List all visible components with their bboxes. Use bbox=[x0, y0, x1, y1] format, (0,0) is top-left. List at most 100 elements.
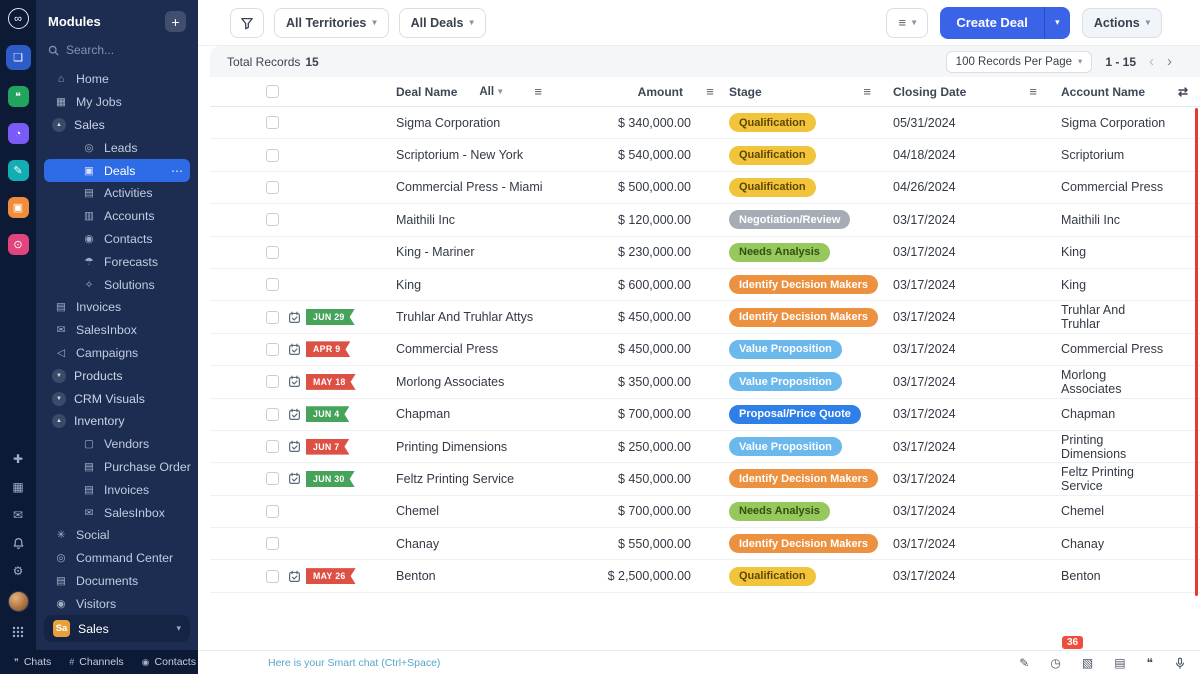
row-checkbox[interactable] bbox=[266, 472, 279, 485]
sidebar-item-documents[interactable]: ▤Documents bbox=[44, 570, 190, 593]
row-checkbox[interactable] bbox=[266, 505, 279, 518]
deal-name-link[interactable]: Maithili Inc bbox=[396, 213, 455, 227]
column-menu-icon[interactable]: ≡ bbox=[534, 84, 542, 99]
panel-icon[interactable]: ▦ bbox=[8, 479, 28, 495]
chat-bubble-icon[interactable]: ❝ bbox=[1147, 656, 1153, 670]
deal-name-link[interactable]: Benton bbox=[396, 569, 436, 583]
sidebar-item-contacts[interactable]: ◉Contacts bbox=[44, 228, 190, 251]
column-menu-icon[interactable]: ≡ bbox=[706, 84, 714, 99]
crm-folder-icon[interactable]: ❏ bbox=[6, 45, 31, 70]
column-menu-icon[interactable]: ≡ bbox=[1029, 84, 1037, 99]
sidebar-item-leads[interactable]: ◎Leads bbox=[44, 136, 190, 159]
calendar-check-icon[interactable] bbox=[288, 343, 301, 356]
add-user-icon[interactable]: ✚ bbox=[8, 451, 28, 467]
deal-name-link[interactable]: Scriptorium - New York bbox=[396, 148, 523, 162]
sidebar-item-deals[interactable]: ▣Deals⋯ bbox=[44, 159, 190, 182]
add-module-button[interactable]: + bbox=[165, 11, 186, 32]
sidebar-item-invoices[interactable]: ▤Invoices bbox=[44, 296, 190, 319]
products-app-icon[interactable]: ▣ bbox=[8, 197, 29, 218]
next-page-button[interactable]: › bbox=[1167, 53, 1172, 70]
apps-grid-icon[interactable] bbox=[8, 624, 28, 640]
sidebar-item-invoices[interactable]: ▤Invoices bbox=[44, 478, 190, 501]
row-checkbox[interactable] bbox=[266, 375, 279, 388]
sidebar-item-visitors[interactable]: ◉Visitors bbox=[44, 592, 190, 615]
per-page-dropdown[interactable]: 100 Records Per Page ▾ bbox=[946, 51, 1093, 73]
reminders-icon[interactable]: ◷ bbox=[1050, 656, 1060, 670]
sidebar-item-sales[interactable]: ▲Sales bbox=[44, 114, 190, 137]
create-deal-button[interactable]: Create Deal bbox=[940, 7, 1044, 39]
sidebar-item-products[interactable]: ▼Products bbox=[44, 364, 190, 387]
deal-name-link[interactable]: Commercial Press - Miami bbox=[396, 180, 543, 194]
more-options-icon[interactable]: ⋯ bbox=[171, 164, 184, 178]
calendar-check-icon[interactable] bbox=[288, 440, 301, 453]
amount-header[interactable]: Amount bbox=[638, 85, 683, 99]
sidebar-item-solutions[interactable]: ✧Solutions bbox=[44, 273, 190, 296]
sidebar-item-command-center[interactable]: ◎Command Center bbox=[44, 547, 190, 570]
sidebar-item-accounts[interactable]: ▥Accounts bbox=[44, 205, 190, 228]
sidebar-item-crm-visuals[interactable]: ▼CRM Visuals bbox=[44, 387, 190, 410]
row-checkbox[interactable] bbox=[266, 440, 279, 453]
row-checkbox[interactable] bbox=[266, 343, 279, 356]
select-all-checkbox[interactable] bbox=[266, 85, 279, 98]
deal-name-link[interactable]: Printing Dimensions bbox=[396, 440, 507, 454]
vertical-scrollbar[interactable] bbox=[1195, 108, 1198, 596]
statusbar-channels[interactable]: #Channels bbox=[69, 656, 123, 668]
zia-icon[interactable]: ▧ bbox=[1082, 656, 1093, 670]
mic-icon[interactable] bbox=[1174, 657, 1186, 669]
calendar-check-icon[interactable] bbox=[288, 472, 301, 485]
deal-name-header[interactable]: Deal Name bbox=[396, 85, 457, 99]
calendar-check-icon[interactable] bbox=[288, 570, 301, 583]
sidebar-item-home[interactable]: ⌂Home bbox=[44, 68, 190, 91]
analytics-icon[interactable]: ▤ bbox=[1114, 656, 1125, 670]
deal-name-link[interactable]: King - Mariner bbox=[396, 245, 475, 259]
sidebar-item-activities[interactable]: ▤Activities bbox=[44, 182, 190, 205]
row-checkbox[interactable] bbox=[266, 181, 279, 194]
deal-name-link[interactable]: Feltz Printing Service bbox=[396, 472, 514, 486]
statusbar-contacts[interactable]: ◉Contacts bbox=[142, 656, 196, 668]
search-app-icon[interactable]: ⊙ bbox=[8, 234, 29, 255]
deal-name-link[interactable]: Chemel bbox=[396, 504, 439, 518]
compose-icon[interactable]: ✎ bbox=[1019, 656, 1029, 670]
sidebar-item-salesinbox[interactable]: ✉SalesInbox bbox=[44, 501, 190, 524]
deal-name-link[interactable]: King bbox=[396, 278, 421, 292]
table-row[interactable]: Chanay$ 550,000.00Identify Decision Make… bbox=[210, 528, 1200, 560]
calendar-check-icon[interactable] bbox=[288, 375, 301, 388]
table-row[interactable]: Scriptorium - New York$ 540,000.00Qualif… bbox=[210, 139, 1200, 171]
row-checkbox[interactable] bbox=[266, 116, 279, 129]
table-row[interactable]: King$ 600,000.00Identify Decision Makers… bbox=[210, 269, 1200, 301]
table-row[interactable]: Maithili Inc$ 120,000.00Negotiation/Revi… bbox=[210, 204, 1200, 236]
smart-chat-input[interactable]: Here is your Smart chat (Ctrl+Space) bbox=[268, 657, 440, 669]
deal-name-link[interactable]: Chapman bbox=[396, 407, 450, 421]
table-row[interactable]: Chemel$ 700,000.00Needs Analysis03/17/20… bbox=[210, 496, 1200, 528]
settings-icon[interactable]: ⚙ bbox=[8, 563, 28, 579]
sidebar-item-campaigns[interactable]: ◁Campaigns bbox=[44, 342, 190, 365]
zoho-logo-icon[interactable]: ∞ bbox=[8, 8, 29, 29]
deal-name-link[interactable]: Commercial Press bbox=[396, 342, 498, 356]
sidebar-item-social[interactable]: ✳Social bbox=[44, 524, 190, 547]
sidebar-item-inventory[interactable]: ▲Inventory bbox=[44, 410, 190, 433]
list-view-button[interactable]: ≡ ▾ bbox=[886, 8, 928, 38]
row-checkbox[interactable] bbox=[266, 311, 279, 324]
sidebar-item-my-jobs[interactable]: ▦My Jobs bbox=[44, 91, 190, 114]
chat-app-icon[interactable]: ❝ bbox=[8, 86, 29, 107]
table-row[interactable]: MAY 18Morlong Associates$ 350,000.00Valu… bbox=[210, 366, 1200, 398]
stage-header[interactable]: Stage bbox=[729, 85, 762, 99]
sidebar-search-input[interactable]: Search... bbox=[36, 38, 198, 66]
row-checkbox[interactable] bbox=[266, 570, 279, 583]
closing-date-header[interactable]: Closing Date bbox=[893, 85, 966, 99]
row-checkbox[interactable] bbox=[266, 213, 279, 226]
row-checkbox[interactable] bbox=[266, 537, 279, 550]
deal-name-link[interactable]: Sigma Corporation bbox=[396, 116, 500, 130]
row-checkbox[interactable] bbox=[266, 278, 279, 291]
row-checkbox[interactable] bbox=[266, 246, 279, 259]
create-deal-caret-button[interactable]: ▾ bbox=[1044, 7, 1070, 39]
actions-dropdown[interactable]: Actions ▾ bbox=[1082, 8, 1162, 38]
deal-name-link[interactable]: Morlong Associates bbox=[396, 375, 504, 389]
table-row[interactable]: JUN 29Truhlar And Truhlar Attys$ 450,000… bbox=[210, 301, 1200, 333]
table-row[interactable]: JUN 4Chapman$ 700,000.00Proposal/Price Q… bbox=[210, 399, 1200, 431]
filter-button[interactable] bbox=[230, 8, 264, 38]
table-row[interactable]: Sigma Corporation$ 340,000.00Qualificati… bbox=[210, 107, 1200, 139]
notes-app-icon[interactable]: ✎ bbox=[8, 160, 29, 181]
manage-columns-icon[interactable]: ⇄ bbox=[1178, 85, 1188, 99]
table-row[interactable]: JUN 30Feltz Printing Service$ 450,000.00… bbox=[210, 463, 1200, 495]
